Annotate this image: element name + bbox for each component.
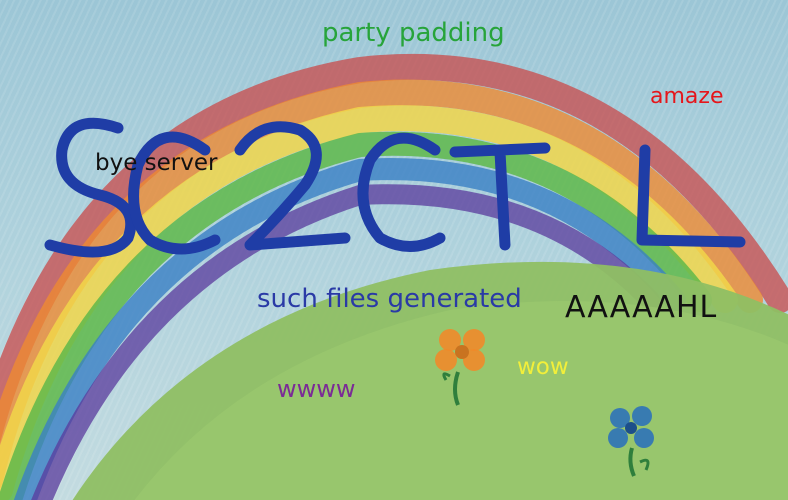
caption-party-padding: party padding bbox=[322, 18, 505, 48]
caption-such-files-generated: such files generated bbox=[257, 284, 522, 314]
caption-wwww: wwww bbox=[277, 375, 356, 403]
crayon-drawing bbox=[0, 54, 788, 500]
drawing-scene: party padding amaze bye server such file… bbox=[0, 0, 788, 500]
caption-wow: wow bbox=[517, 354, 569, 380]
caption-amaze: amaze bbox=[650, 84, 724, 109]
caption-bye-server: bye server bbox=[95, 150, 218, 176]
caption-aaaaahl: AAAAAHL bbox=[565, 290, 718, 325]
